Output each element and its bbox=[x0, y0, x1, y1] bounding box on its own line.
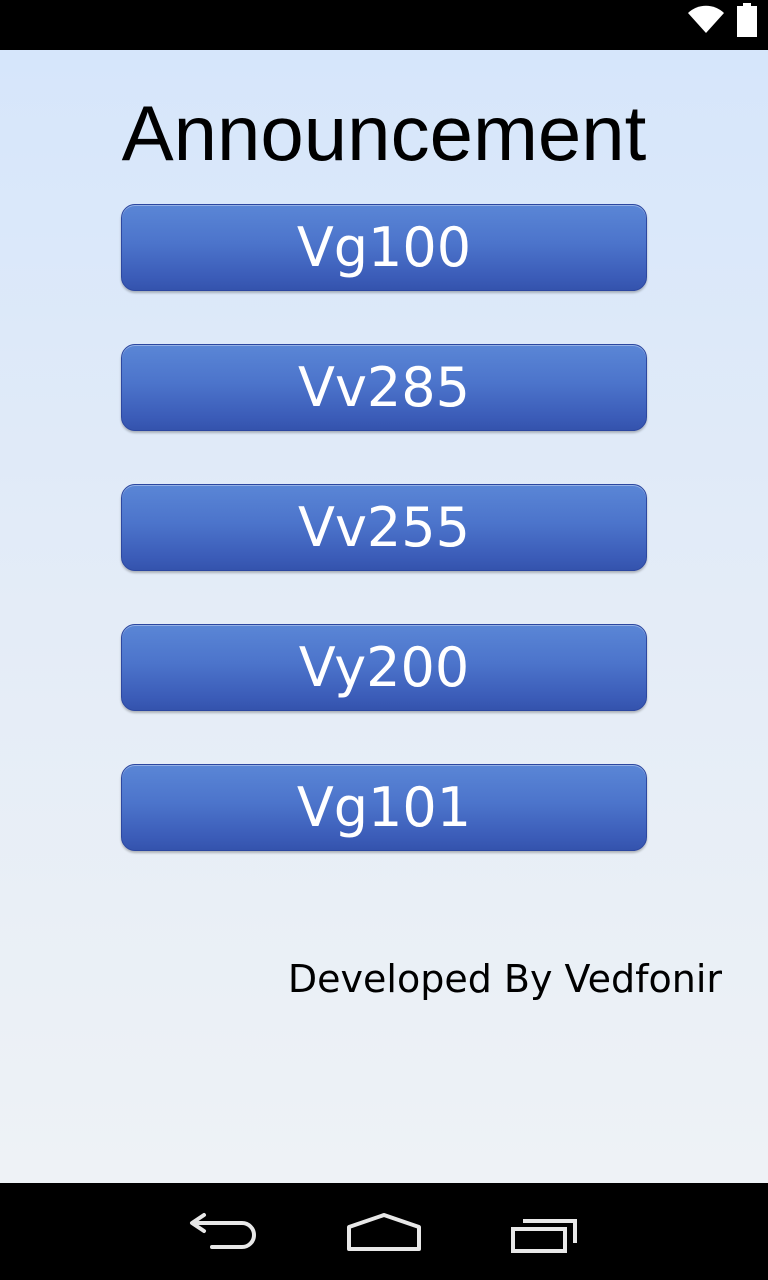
battery-icon bbox=[736, 3, 758, 42]
home-icon bbox=[339, 1213, 429, 1263]
vv255-button[interactable]: Vv255 bbox=[121, 484, 647, 571]
back-icon bbox=[180, 1213, 270, 1263]
back-button[interactable] bbox=[180, 1205, 270, 1259]
main-content: Announcement Vg100 Vv285 Vv255 Vy200 Vg1… bbox=[0, 50, 768, 1183]
page-title: Announcement bbox=[121, 89, 647, 177]
status-bar bbox=[0, 0, 768, 50]
recents-icon bbox=[501, 1219, 591, 1263]
announcement-button-list: Vg100 Vv285 Vv255 Vy200 Vg101 bbox=[121, 204, 647, 904]
vg101-button[interactable]: Vg101 bbox=[121, 764, 647, 851]
home-button[interactable] bbox=[339, 1205, 429, 1259]
vg100-button[interactable]: Vg100 bbox=[121, 204, 647, 291]
vv285-button[interactable]: Vv285 bbox=[121, 344, 647, 431]
status-icons bbox=[686, 3, 758, 37]
phone-screen: Announcement Vg100 Vv285 Vv255 Vy200 Vg1… bbox=[0, 0, 768, 1280]
recents-button[interactable] bbox=[501, 1205, 591, 1259]
vy200-button[interactable]: Vy200 bbox=[121, 624, 647, 711]
wifi-icon bbox=[686, 3, 726, 40]
developer-credit: Developed By Vedfonir bbox=[287, 957, 722, 1001]
navigation-bar bbox=[0, 1183, 768, 1280]
